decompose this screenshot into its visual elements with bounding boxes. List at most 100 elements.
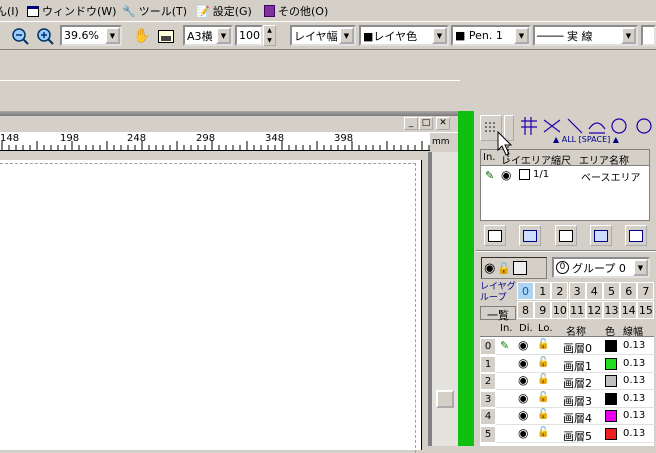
ruler-label: 348 [265,133,285,144]
layer-number-button[interactable]: 3 [568,282,586,300]
layer-color-swatch[interactable] [605,340,617,352]
vertical-scrollbar[interactable] [432,152,458,446]
layer-row[interactable]: 3 ◉ 🔓 画層3 0.13 [480,390,656,408]
print-margin [0,163,416,453]
zoom-combo[interactable]: 39.6% ▼ [60,25,122,46]
panel-splitter[interactable] [458,111,474,446]
layer-number-button[interactable]: 13 [603,301,620,319]
document-titlebar: _ □ ✕ [0,116,458,133]
lock-icon[interactable]: 🔓 [537,357,549,368]
close-button[interactable]: ✕ [436,117,450,130]
header-in: In. [500,323,513,334]
layer-line-width: 0.13 [623,375,646,386]
screen-view-button[interactable] [155,25,177,47]
eye-icon[interactable]: ◉ [501,168,511,182]
drawing-canvas[interactable] [0,152,430,453]
ruler-label: 298 [196,133,216,144]
layer-color-swatch[interactable] [605,392,617,405]
layer-color-swatch[interactable] [605,427,617,440]
area-copy-button[interactable] [555,225,577,246]
layer-number-button[interactable]: 0 [517,282,534,300]
layer-number-button[interactable]: 9 [534,301,552,319]
layer-number-button[interactable]: 6 [620,282,638,300]
menu-settings[interactable]: 📝 設定(G) [196,3,252,19]
layer-number-button[interactable]: 7 [637,282,655,300]
layer-color-swatch[interactable] [605,375,617,387]
ruler-label: 148 [0,133,20,144]
layer-number-button[interactable]: 8 [517,301,534,319]
layer-number-button[interactable]: 10 [551,301,569,319]
layer-number-button[interactable]: 15 [637,301,655,319]
header-area-name: エリア名称 [579,156,629,167]
layer-row[interactable]: 2 ◉ 🔓 画層2 0.13 [480,373,656,390]
area-copy-icon [559,229,573,242]
layer-list-button[interactable]: 一覧 [480,306,516,322]
area-row[interactable]: ✎ ◉ 1/1 ベースエリア [481,167,649,184]
eye-icon[interactable]: ◉ [518,408,528,422]
layer-number-button[interactable]: 2 [551,282,569,300]
eye-icon[interactable]: ◉ [518,338,528,352]
lock-icon[interactable]: 🔓 [537,427,549,438]
eye-icon[interactable]: ◉ [484,261,495,276]
chevron-down-icon: ▼ [339,27,354,44]
toolbar-overflow-combo[interactable] [641,25,656,46]
color-mode-combo[interactable]: ■レイヤ色 ▼ [359,25,449,46]
menu-other[interactable]: その他(O) [264,3,328,19]
lock-icon[interactable]: 🔓 [537,374,549,385]
pen-combo[interactable]: ■ Pen. 1 ▼ [451,25,531,46]
lock-icon[interactable]: 🔓 [537,339,549,350]
header-di: Di. [519,323,533,334]
layer-number-button[interactable]: 4 [585,282,603,300]
window-icon [27,5,39,17]
layer-color-swatch[interactable] [605,410,617,422]
layer-row[interactable]: 4 ◉ 🔓 画層4 0.13 [480,408,656,425]
layer-number-button[interactable]: 14 [620,301,638,319]
area-new-button[interactable] [484,225,506,246]
scale-input[interactable]: 100 [235,25,263,46]
menu-item-partial[interactable]: ん(I) [0,3,19,19]
menu-tools[interactable]: 🔧 ツール(T) [122,3,187,19]
line-width-mode-combo[interactable]: レイヤ幅 ▼ [290,25,356,46]
maximize-button[interactable]: □ [419,117,433,130]
picture-icon [158,29,174,43]
tools-icon: 🔧 [122,4,136,18]
chevron-down-icon: ▼ [621,27,636,44]
group-combo[interactable]: 0 グループ 0 ▼ [552,257,650,278]
eye-icon[interactable]: ◉ [518,356,528,370]
layer-line-width: 0.13 [623,357,646,369]
menu-label: ウィンドウ(W) [42,5,117,18]
layer-row[interactable]: 0 ✎ ◉ 🔓 画層0 0.13 [480,338,656,355]
layer-number-button[interactable]: 5 [603,282,620,300]
area-property-button[interactable] [625,225,647,246]
eye-icon[interactable]: ◉ [518,426,528,440]
maximize-icon: □ [421,118,431,128]
area-edit-button[interactable] [590,225,612,246]
lock-icon[interactable]: 🔓 [537,392,549,403]
layer-name: 画層1 [563,359,592,373]
layer-number-button[interactable]: 11 [568,301,586,319]
list-icon[interactable] [513,261,528,275]
layer-name: 画層5 [563,429,592,443]
paper-size-combo[interactable]: A3横 ▼ [183,25,233,46]
zoom-out-button[interactable] [9,25,31,47]
layer-number-button[interactable]: 12 [585,301,603,319]
group-label: グループ 0 [572,261,626,275]
scale-spinner[interactable]: ▲ ▼ [263,25,276,46]
eye-icon[interactable]: ◉ [518,391,528,405]
header-name: 名称 [566,327,586,338]
line-type-combo[interactable]: ──── 実 線 ▼ [533,25,638,46]
header-color: 色 [605,327,615,338]
area-move-button[interactable] [519,225,541,246]
scrollbar-thumb[interactable] [436,390,454,408]
layer-color-swatch[interactable] [605,357,617,370]
minimize-button[interactable]: _ [404,117,418,130]
lock-icon[interactable]: 🔓 [497,262,511,275]
pan-hand-button[interactable]: ✋ [131,25,153,47]
layer-row[interactable]: 5 ◉ 🔓 画層5 0.13 [480,425,656,443]
lock-icon[interactable]: 🔓 [537,409,549,420]
eye-icon[interactable]: ◉ [518,373,528,387]
zoom-in-button[interactable] [34,25,56,47]
layer-row[interactable]: 1 ◉ 🔓 画層1 0.13 [480,355,656,373]
layer-number-button[interactable]: 1 [534,282,552,300]
menu-window[interactable]: ウィンドウ(W) [27,3,116,19]
